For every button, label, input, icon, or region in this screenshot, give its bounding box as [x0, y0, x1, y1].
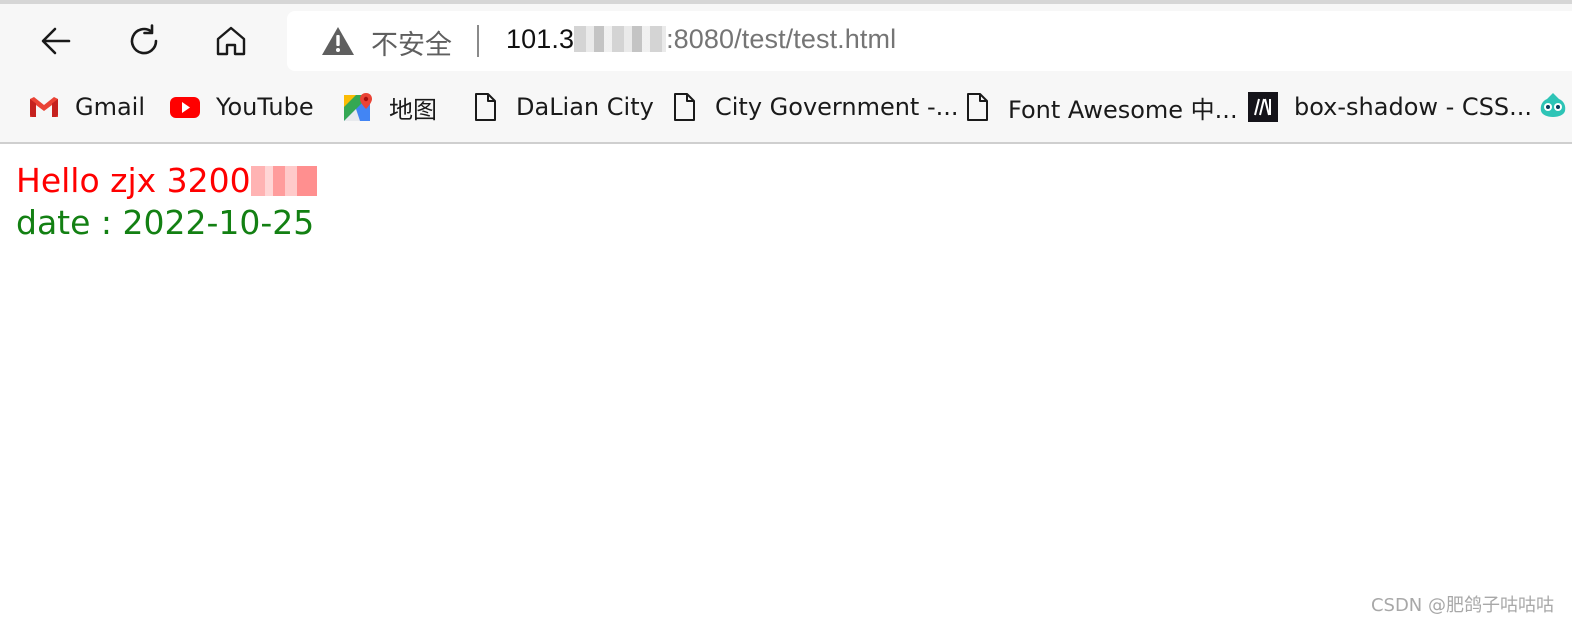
bookmark-label: Gmail [75, 93, 146, 121]
page-content: Hello zjx 3200 date : 2022-10-25 [16, 160, 317, 244]
home-button[interactable] [207, 18, 255, 64]
bookmark-gmail[interactable]: Gmail [27, 84, 145, 130]
bookmark-label: Font Awesome 中... [1008, 95, 1238, 124]
redacted-region [250, 166, 317, 196]
document-icon [667, 90, 701, 124]
bookmark-label: City Government -... [715, 93, 959, 121]
bookmark-label: box-shadow - CSS... [1294, 93, 1533, 121]
url-host: 101.3 [506, 24, 575, 54]
refresh-button[interactable] [120, 18, 168, 64]
bookmark-youtube[interactable]: YouTube [168, 84, 314, 130]
warning-triangle-icon[interactable] [321, 25, 355, 57]
home-icon [216, 26, 246, 56]
bookmark-box-shadow[interactable]: box-shadow - CSS... [1246, 84, 1532, 130]
bird-icon [1536, 90, 1570, 124]
address-divider [477, 25, 479, 57]
arrow-left-icon [41, 27, 71, 55]
security-status-label[interactable]: 不安全 [371, 23, 452, 62]
url-text[interactable]: 101.3 :8080/test/test.html [506, 24, 896, 55]
bookmark-label: DaLian City [516, 93, 654, 121]
csdn-watermark: CSDN @肥鸽子咕咕咕 [1370, 595, 1554, 616]
document-icon [960, 90, 994, 124]
gmail-icon [27, 90, 61, 124]
mdn-icon [1246, 90, 1280, 124]
bookmark-dalian-city[interactable]: DaLian City [468, 84, 654, 130]
bookmark-label: 地图 [389, 95, 437, 124]
address-bar[interactable]: 不安全 101.3 :8080/test/test.html [287, 11, 1572, 71]
document-icon [468, 90, 502, 124]
bookmark-label: YouTube [216, 93, 314, 121]
redacted-region [574, 26, 667, 52]
bookmark-bird[interactable] [1536, 84, 1572, 130]
maps-icon [341, 90, 375, 124]
bookmarks-bar: Gmail YouTube 地图 DaLian City City Govern… [0, 84, 1572, 130]
refresh-icon [130, 24, 158, 55]
browser-chrome: 不安全 101.3 :8080/test/test.html Gmail You… [0, 0, 1572, 144]
window-top-strip [0, 0, 1572, 4]
date-line: date : 2022-10-25 [16, 203, 315, 242]
hello-line: Hello zjx 3200 [16, 160, 317, 202]
bookmark-maps[interactable]: 地图 [341, 84, 437, 130]
bookmark-city-government[interactable]: City Government -... [667, 84, 959, 130]
back-button[interactable] [32, 18, 80, 64]
url-path: :8080/test/test.html [666, 24, 897, 54]
hello-text: Hello zjx 3200 [16, 161, 251, 200]
bookmark-font-awesome[interactable]: Font Awesome 中... [960, 84, 1238, 130]
youtube-icon [168, 90, 202, 124]
